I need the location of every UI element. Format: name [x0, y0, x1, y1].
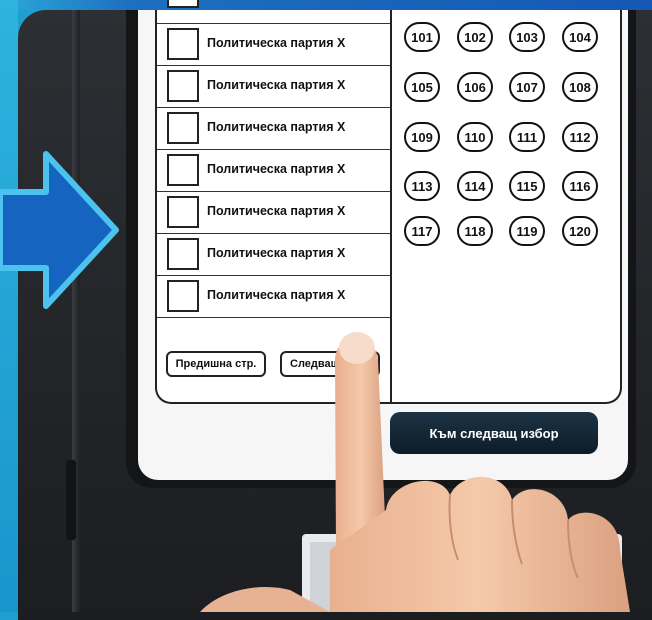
candidate-number-116[interactable]: 116 [562, 171, 598, 201]
party-row[interactable]: Политическа партия X [157, 276, 390, 318]
party-name: Политическа партия X [207, 162, 346, 176]
candidate-number-102[interactable]: 102 [457, 22, 493, 52]
candidate-number-109[interactable]: 109 [404, 122, 440, 152]
candidate-number-101[interactable]: 101 [404, 22, 440, 52]
party-name: Политическа партия X [207, 288, 346, 302]
party-checkbox[interactable] [167, 196, 199, 228]
candidate-number-117[interactable]: 117 [404, 216, 440, 246]
candidate-number-110[interactable]: 110 [457, 122, 493, 152]
party-row[interactable]: Политическа партия X [157, 66, 390, 108]
party-row[interactable]: Политическа партия X [157, 192, 390, 234]
party-name: Политическа партия X [207, 204, 346, 218]
party-checkbox[interactable] [167, 70, 199, 102]
candidate-number-105[interactable]: 105 [404, 72, 440, 102]
party-row[interactable]: Политическа партия X [157, 24, 390, 66]
party-name: Политическа партия X [207, 246, 346, 260]
party-name: Политическа партия X [207, 36, 346, 50]
candidate-number-108[interactable]: 108 [562, 72, 598, 102]
arrow-right-icon [0, 151, 119, 309]
candidate-number-106[interactable]: 106 [457, 72, 493, 102]
party-row[interactable]: Политическа партия X [157, 234, 390, 276]
candidate-number-111[interactable]: 111 [509, 122, 545, 152]
party-checkbox[interactable] [167, 112, 199, 144]
party-row-partial[interactable] [157, 0, 390, 24]
candidate-number-120[interactable]: 120 [562, 216, 598, 246]
pointing-hand-icon [200, 332, 630, 612]
party-checkbox[interactable] [167, 154, 199, 186]
party-checkbox[interactable] [167, 280, 199, 312]
candidate-number-113[interactable]: 113 [404, 171, 440, 201]
candidate-number-118[interactable]: 118 [457, 216, 493, 246]
device-side-slot [66, 460, 76, 540]
party-checkbox[interactable] [167, 0, 199, 8]
party-name: Политическа партия X [207, 120, 346, 134]
party-checkbox[interactable] [167, 28, 199, 60]
candidate-number-115[interactable]: 115 [509, 171, 545, 201]
candidate-number-114[interactable]: 114 [457, 171, 493, 201]
party-name: Политическа партия X [207, 78, 346, 92]
party-row[interactable]: Политическа партия X [157, 150, 390, 192]
candidate-number-107[interactable]: 107 [509, 72, 545, 102]
candidate-number-119[interactable]: 119 [509, 216, 545, 246]
candidate-number-104[interactable]: 104 [562, 22, 598, 52]
candidate-number-103[interactable]: 103 [509, 22, 545, 52]
party-checkbox[interactable] [167, 238, 199, 270]
candidate-number-112[interactable]: 112 [562, 122, 598, 152]
party-row[interactable]: Политическа партия X [157, 108, 390, 150]
